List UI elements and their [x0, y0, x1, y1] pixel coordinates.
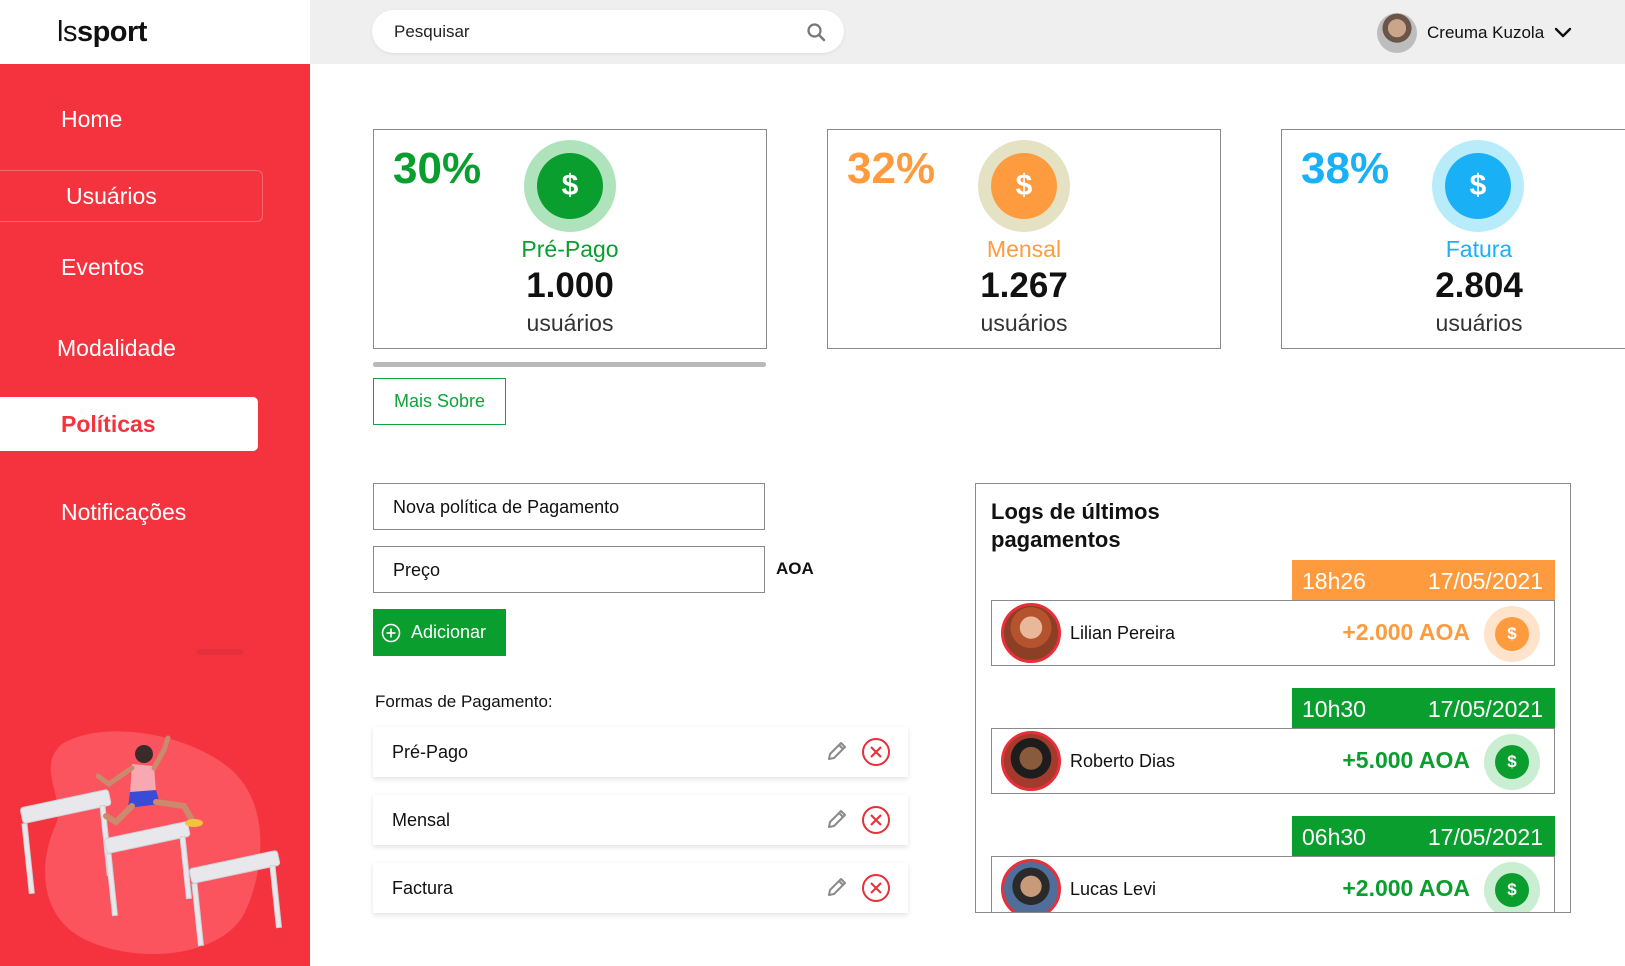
logo-area: lssport [0, 0, 310, 64]
payment-method-label: Factura [392, 878, 454, 898]
stat-percent: 30% [393, 144, 482, 193]
log-name: Lucas Levi [1070, 879, 1157, 899]
chevron-down-icon[interactable] [1553, 23, 1573, 43]
sidebar: Home Usuários Eventos Modalidade Polític… [0, 64, 310, 966]
plus-circle-icon [381, 623, 401, 642]
sidebar-item-eventos[interactable]: Eventos [61, 254, 144, 281]
payment-method-label: Pré-Pago [392, 742, 469, 762]
log-amount: +2.000 AOA [1342, 619, 1470, 645]
logo-suffix: sport [76, 16, 148, 48]
pencil-icon[interactable] [825, 739, 849, 763]
stat-count: 1.267 [980, 266, 1068, 305]
avatar [1001, 859, 1061, 912]
log-entry[interactable]: Lucas Levi +2.000 AOA $ [991, 856, 1555, 912]
sidebar-item-usuarios[interactable]: Usuários [0, 170, 263, 222]
more-about-button[interactable]: Mais Sobre [373, 378, 506, 425]
decorative-dash [196, 649, 244, 655]
user-name: Creuma Kuzola [1427, 23, 1545, 42]
logo-prefix: ls [57, 16, 77, 48]
payment-method-label: Mensal [392, 810, 451, 830]
avatar[interactable] [1377, 13, 1417, 53]
log-time: 18h26 [1302, 568, 1366, 594]
dollar-icon: $ [978, 140, 1070, 232]
sidebar-item-label: Políticas [61, 411, 156, 437]
dollar-icon: $ [1484, 862, 1540, 912]
payment-methods-title: Formas de Pagamento: [375, 692, 553, 711]
log-entry[interactable]: Roberto Dias +5.000 AOA $ [991, 728, 1555, 794]
sidebar-item-notificacoes[interactable]: Notificações [61, 499, 186, 526]
payment-logs-panel[interactable]: Logs de últimos pagamentos 18h26 17/05/2… [975, 483, 1571, 913]
stat-unit: usuários [980, 310, 1068, 336]
price-field[interactable]: Preço [373, 546, 765, 593]
app-logo[interactable]: lssport [57, 16, 147, 49]
dollar-icon: $ [1484, 606, 1540, 662]
delete-icon[interactable] [861, 805, 891, 835]
stat-count: 2.804 [1435, 266, 1523, 305]
search-icon[interactable] [806, 22, 826, 42]
delete-icon[interactable] [861, 873, 891, 903]
sidebar-item-politicas[interactable]: Políticas [0, 397, 258, 451]
log-name: Lilian Pereira [1070, 623, 1176, 643]
currency-label: AOA [776, 559, 814, 578]
stat-card-fatura[interactable]: 38% $ Fatura 2.804 usuários [1281, 129, 1625, 349]
stat-count: 1.000 [526, 266, 614, 305]
scroll-indicator[interactable] [373, 362, 766, 367]
avatar [1001, 731, 1061, 791]
log-entry[interactable]: Lilian Pereira +2.000 AOA $ [991, 600, 1555, 666]
log-timestamp: 10h30 17/05/2021 [1292, 688, 1555, 730]
list-item: Factura [373, 863, 908, 913]
dollar-icon: $ [1484, 734, 1540, 790]
search-placeholder: Pesquisar [394, 22, 470, 41]
pencil-icon[interactable] [825, 875, 849, 899]
log-time: 06h30 [1302, 824, 1366, 850]
sidebar-item-home[interactable]: Home [61, 106, 122, 133]
sidebar-item-modalidade[interactable]: Modalidade [57, 335, 176, 362]
log-timestamp: 06h30 17/05/2021 [1292, 816, 1555, 858]
list-item: Mensal [373, 795, 908, 845]
pencil-icon[interactable] [825, 807, 849, 831]
log-timestamp: 18h26 17/05/2021 [1292, 560, 1555, 602]
list-item: Pré-Pago [373, 727, 908, 777]
avatar [1001, 603, 1061, 663]
stat-card-prepago[interactable]: 30% $ Pré-Pago 1.000 usuários [373, 129, 767, 349]
stat-percent: 32% [847, 144, 936, 193]
stat-percent: 38% [1301, 144, 1390, 193]
stat-card-mensal[interactable]: 32% $ Mensal 1.267 usuários [827, 129, 1221, 349]
stat-unit: usuários [1435, 310, 1523, 336]
log-time: 10h30 [1302, 696, 1366, 722]
policy-name-field[interactable]: Nova política de Pagamento [373, 483, 765, 530]
stat-unit: usuários [526, 310, 614, 336]
add-button[interactable]: Adicionar [373, 609, 506, 656]
stat-type: Mensal [986, 236, 1062, 262]
delete-icon[interactable] [861, 737, 891, 767]
dollar-icon: $ [1432, 140, 1524, 232]
search-input[interactable]: Pesquisar [372, 10, 844, 53]
logs-title: Logs de últimos pagamentos [991, 499, 1160, 552]
log-name: Roberto Dias [1070, 751, 1176, 771]
log-date: 17/05/2021 [1427, 568, 1543, 594]
dollar-icon: $ [524, 140, 616, 232]
stat-type: Fatura [1445, 236, 1513, 262]
top-bar: lssport Pesquisar Creuma Kuzola [0, 0, 1625, 64]
add-button-label: Adicionar [411, 622, 487, 642]
log-date: 17/05/2021 [1427, 824, 1543, 850]
log-date: 17/05/2021 [1427, 696, 1543, 722]
stat-type: Pré-Pago [521, 236, 619, 262]
sidebar-item-label: Usuários [66, 183, 157, 209]
log-amount: +2.000 AOA [1342, 875, 1470, 901]
price-placeholder: Preço [393, 560, 441, 580]
log-amount: +5.000 AOA [1342, 747, 1470, 773]
policy-name-placeholder: Nova política de Pagamento [393, 497, 620, 517]
hurdle-runner-illustration [20, 731, 283, 954]
